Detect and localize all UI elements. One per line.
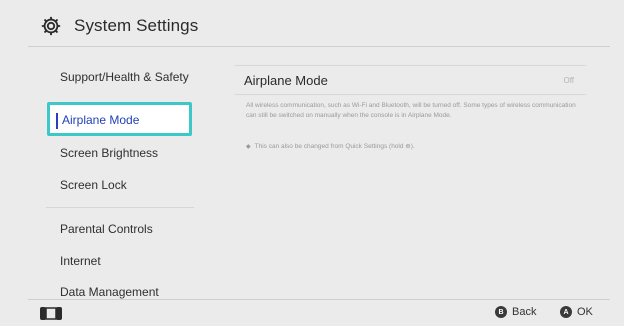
back-button[interactable]: B Back xyxy=(495,306,536,318)
sidebar-item-internet[interactable]: Internet xyxy=(60,254,101,268)
setting-label[interactable]: Airplane Mode xyxy=(244,73,328,88)
sidebar-item-label: Airplane Mode xyxy=(62,113,140,127)
setting-description: All wireless communication, such as Wi-F… xyxy=(246,102,576,119)
gear-icon xyxy=(38,13,64,39)
sidebar-item-data-management[interactable]: Data Management xyxy=(60,285,159,299)
page-title: System Settings xyxy=(74,16,199,35)
header: System Settings xyxy=(28,6,610,47)
settings-panel: Airplane Mode Off All wireless communica… xyxy=(210,47,610,299)
footer: B Back A OK xyxy=(28,299,610,327)
setting-value: Off xyxy=(563,76,574,85)
ok-label: OK xyxy=(577,306,593,318)
sidebar-item-screen-brightness[interactable]: Screen Brightness xyxy=(60,146,158,160)
sidebar: Support/Health & Safety Airplane Mode Sc… xyxy=(28,47,210,299)
sidebar-divider xyxy=(46,207,194,208)
setting-note: ◆ This can also be changed from Quick Se… xyxy=(246,142,576,150)
settings-screen: System Settings Support/Health & Safety … xyxy=(0,0,624,326)
row-divider xyxy=(234,94,586,95)
note-text: This can also be changed from Quick Sett… xyxy=(254,143,415,150)
back-label: Back xyxy=(512,306,537,318)
sidebar-item-screen-lock[interactable]: Screen Lock xyxy=(60,178,127,192)
b-button-icon: B xyxy=(495,306,507,318)
row-divider xyxy=(234,65,586,66)
sidebar-item-airplane-mode[interactable]: Airplane Mode xyxy=(47,102,192,136)
sidebar-item-parental-controls[interactable]: Parental Controls xyxy=(60,222,153,236)
a-button-icon: A xyxy=(560,306,572,318)
ok-button[interactable]: A OK xyxy=(560,306,593,318)
sidebar-item-support[interactable]: Support/Health & Safety xyxy=(60,70,189,84)
diamond-bullet-icon: ◆ xyxy=(246,143,251,150)
selection-indicator xyxy=(56,113,58,129)
console-icon xyxy=(40,307,62,320)
